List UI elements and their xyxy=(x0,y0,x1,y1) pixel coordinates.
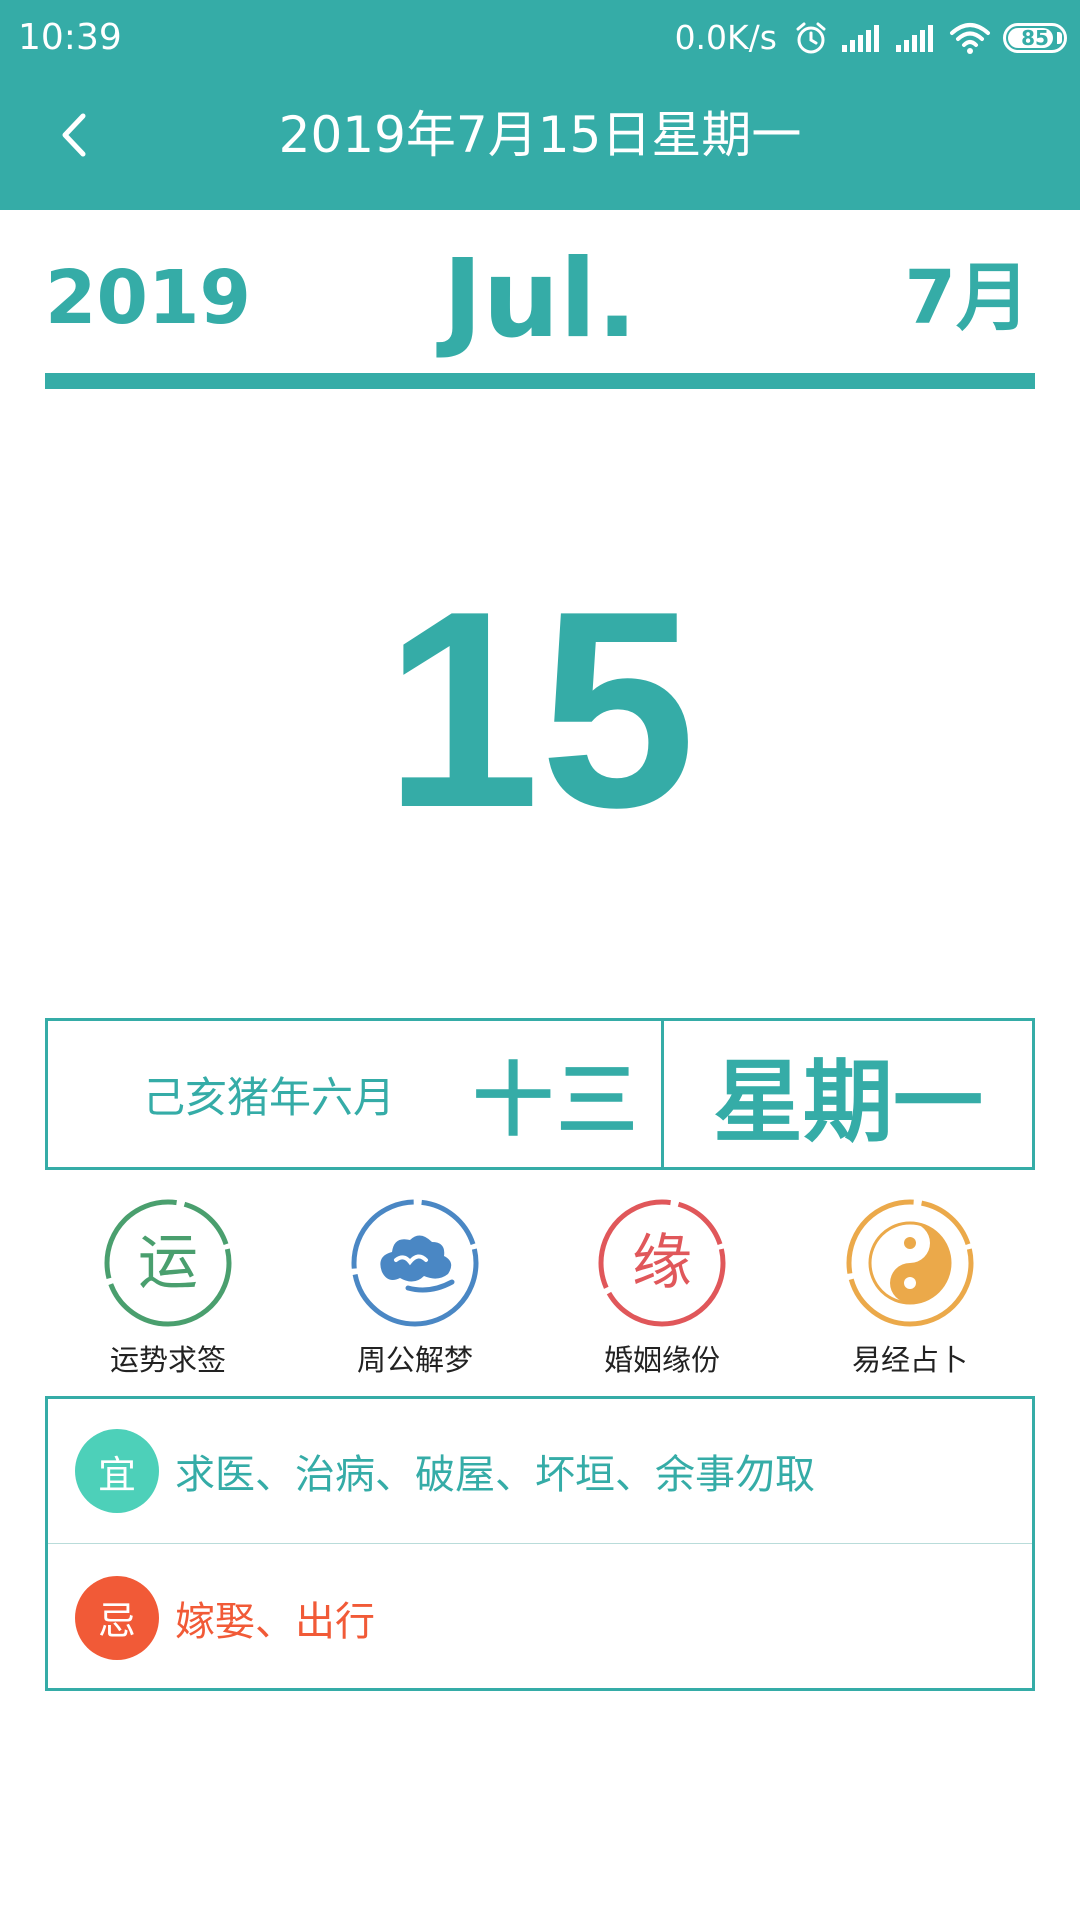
lunar-date-cell: 己亥猪年六月 十三 xyxy=(48,1021,664,1167)
chevron-left-icon xyxy=(62,113,86,157)
suitable-badge: 宜 xyxy=(75,1429,159,1513)
suitable-row: 宜 求医、治病、破屋、坏垣、余事勿取 xyxy=(48,1399,1032,1544)
yin-yang-icon xyxy=(843,1196,977,1330)
avoid-text: 嫁娶、出行 xyxy=(175,1598,375,1645)
signal-icon xyxy=(841,23,883,53)
battery-icon: 85 xyxy=(1003,23,1067,53)
status-time: 10:39 xyxy=(18,17,122,58)
back-button[interactable] xyxy=(40,100,110,170)
network-speed: 0.0K/s xyxy=(674,18,777,57)
feature-label: 易经占卜 xyxy=(851,1343,968,1377)
day-number: 15 xyxy=(384,554,696,866)
almanac-box: 宜 求医、治病、破屋、坏垣、余事勿取 忌 嫁娶、出行 xyxy=(45,1396,1035,1691)
year-label: 2019 xyxy=(45,255,251,341)
fortune-icon: 运 xyxy=(101,1196,235,1330)
avoid-badge: 忌 xyxy=(75,1575,159,1660)
app-header: 10:39 0.0K/s 85 2019年7月15日星期一 xyxy=(0,0,1080,210)
marriage-icon: 缘 xyxy=(595,1196,729,1330)
weekday-label: 星期一 xyxy=(713,1050,983,1155)
signal-icon xyxy=(895,23,937,53)
lunar-day: 十三 xyxy=(473,1054,641,1147)
avoid-row: 忌 嫁娶、出行 xyxy=(48,1545,1032,1690)
svg-text:缘: 缘 xyxy=(632,1228,692,1298)
lunar-year-month: 己亥猪年六月 xyxy=(143,1072,396,1122)
svg-text:运: 运 xyxy=(138,1228,198,1298)
feature-iching[interactable]: 易经占卜 xyxy=(800,1196,1020,1386)
feature-grid: 运 运势求签 周公解梦 缘 婚姻缘份 易经占卜 xyxy=(0,1196,1080,1386)
status-bar-right: 0.0K/s 85 xyxy=(674,14,1067,62)
battery-level: 85 xyxy=(1021,26,1049,50)
wifi-icon xyxy=(949,21,991,55)
month-english-label: Jul. xyxy=(442,237,638,362)
feature-fortune[interactable]: 运 运势求签 xyxy=(58,1196,278,1386)
page-title: 2019年7月15日星期一 xyxy=(278,106,802,164)
header-divider xyxy=(45,373,1035,389)
suitable-text: 求医、治病、破屋、坏垣、余事勿取 xyxy=(175,1452,815,1498)
lunar-info-box: 己亥猪年六月 十三 星期一 xyxy=(45,1018,1035,1170)
feature-label: 运势求签 xyxy=(109,1343,226,1377)
feature-label: 婚姻缘份 xyxy=(603,1343,720,1377)
month-chinese-label: 7月 xyxy=(904,255,1031,341)
feature-dream[interactable]: 周公解梦 xyxy=(305,1196,525,1386)
cloud-dream-icon xyxy=(348,1196,482,1330)
feature-label: 周公解梦 xyxy=(356,1343,473,1377)
alarm-icon xyxy=(793,20,829,56)
feature-marriage[interactable]: 缘 婚姻缘份 xyxy=(552,1196,772,1386)
